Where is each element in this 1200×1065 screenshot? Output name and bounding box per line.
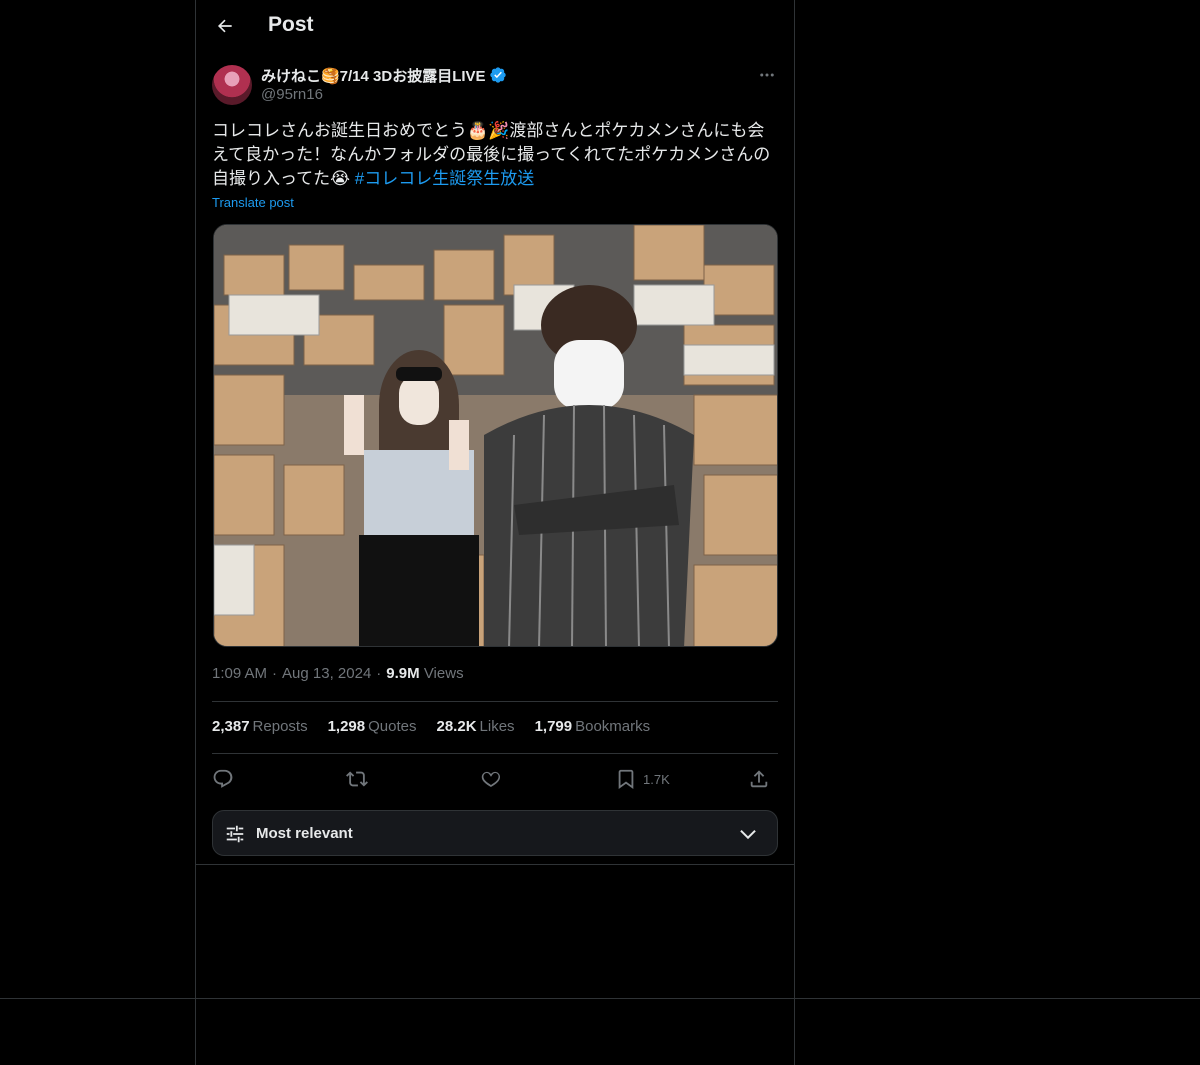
reply-icon (213, 769, 233, 788)
arrow-left-icon (217, 19, 232, 33)
reposts-stat[interactable]: 2,387 Reposts (212, 718, 308, 735)
post-author: みけねこ🥞7/14 3Dお披露目LIVE @95rn16 (261, 65, 507, 103)
views-count: 9.9M (386, 665, 420, 682)
more-options-button[interactable] (756, 66, 778, 84)
bookmark-count: 1.7K (643, 771, 670, 787)
repost-button[interactable] (346, 764, 368, 794)
bookmarks-label: Bookmarks (575, 718, 651, 735)
author-name[interactable]: みけねこ🥞7/14 3Dお披露目LIVE (261, 65, 486, 86)
photo-image (214, 225, 777, 646)
action-bar: 1.7K (212, 764, 778, 794)
post-date[interactable]: Aug 13, 2024 (282, 665, 371, 682)
post-stats: 2,387 Reposts 1,298 Quotes 28.2K Likes 1,79… (212, 718, 650, 735)
meta-separator: · (272, 665, 278, 682)
sort-replies-dropdown[interactable]: Most relevant (212, 810, 778, 856)
bookmark-icon (618, 769, 634, 790)
translate-post-link[interactable]: Translate post (212, 195, 294, 210)
back-button[interactable] (208, 9, 242, 43)
views-label: Views (423, 665, 464, 682)
reposts-count: 2,387 (212, 718, 250, 735)
main-column: Post みけねこ🥞7/14 3Dお披露目LIVE @95rn16 コレコレさん… (195, 0, 795, 1065)
chevron-down-icon (740, 829, 756, 840)
divider (212, 753, 778, 754)
page-title: Post (268, 13, 314, 36)
divider (212, 701, 778, 702)
avatar[interactable] (212, 65, 252, 105)
post-time[interactable]: 1:09 AM (212, 665, 267, 682)
reposts-label: Reposts (252, 718, 308, 735)
likes-count: 28.2K (436, 718, 477, 735)
views: 9.9M Views (386, 665, 463, 682)
post-meta: 1:09 AM · Aug 13, 2024 · 9.9M Views (212, 665, 464, 682)
hashtag-link[interactable]: #コレコレ生誕祭生放送 (355, 169, 534, 188)
more-dots-icon (760, 73, 774, 77)
quotes-stat[interactable]: 1,298 Quotes (328, 718, 417, 735)
like-button[interactable] (480, 764, 502, 794)
quotes-label: Quotes (368, 718, 417, 735)
share-icon (750, 770, 768, 788)
likes-stat[interactable]: 28.2K Likes (437, 718, 515, 735)
sliders-icon (226, 825, 244, 843)
post-photo[interactable] (213, 224, 778, 647)
author-handle[interactable]: @95rn16 (261, 86, 507, 103)
section-divider (196, 864, 794, 865)
share-button[interactable] (748, 764, 770, 794)
bookmarks-count: 1,799 (534, 718, 573, 735)
heart-icon (481, 771, 501, 787)
verified-badge-icon[interactable] (489, 66, 507, 84)
reply-button[interactable] (212, 764, 234, 794)
top-header: Post (196, 0, 794, 53)
sort-label: Most relevant (256, 825, 353, 842)
author-name-row[interactable]: みけねこ🥞7/14 3Dお披露目LIVE (261, 65, 507, 85)
repost-icon (346, 771, 368, 787)
quotes-count: 1,298 (327, 718, 366, 735)
bookmark-button[interactable]: 1.7K (615, 764, 670, 794)
likes-label: Likes (479, 718, 515, 735)
post-text: コレコレさんお誕生日おめでとう🎂🎉渡部さんとポケカメンさんにも会えて良かった！な… (212, 119, 778, 191)
meta-separator: · (376, 665, 382, 682)
bookmarks-stat[interactable]: 1,799 Bookmarks (535, 718, 651, 735)
